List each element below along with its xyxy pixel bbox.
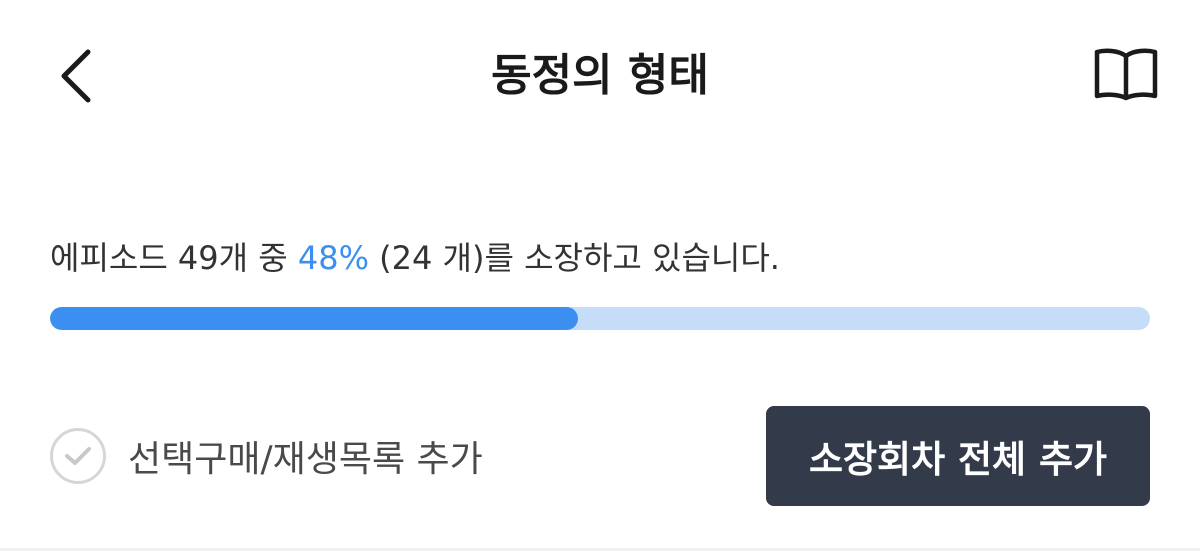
summary-text-after: (24 개)를 소장하고 있습니다. (369, 239, 780, 277)
ownership-percent: 48% (297, 239, 369, 277)
page-title: 동정의 형태 (491, 50, 709, 101)
add-all-owned-button[interactable]: 소장회차 전체 추가 (766, 406, 1150, 506)
top-bar: 동정의 형태 (0, 0, 1200, 150)
summary-text-before: 에피소드 49개 중 (50, 239, 298, 277)
select-purchase-playlist-label: 선택구매/재생목록 추가 (128, 439, 483, 480)
chevron-left-icon (61, 49, 91, 103)
ownership-progress-fill (50, 307, 578, 330)
ownership-summary: 에피소드 49개 중 48% (24 개)를 소장하고 있습니다. (50, 232, 1150, 284)
checkmark-icon (65, 447, 91, 465)
book-button[interactable] (1086, 38, 1166, 110)
open-book-icon (1094, 48, 1158, 101)
back-button[interactable] (44, 40, 108, 112)
check-circle-icon[interactable] (50, 428, 106, 484)
ownership-progress-bar (50, 307, 1150, 330)
select-purchase-playlist-option[interactable]: 선택구매/재생목록 추가 (50, 424, 483, 488)
